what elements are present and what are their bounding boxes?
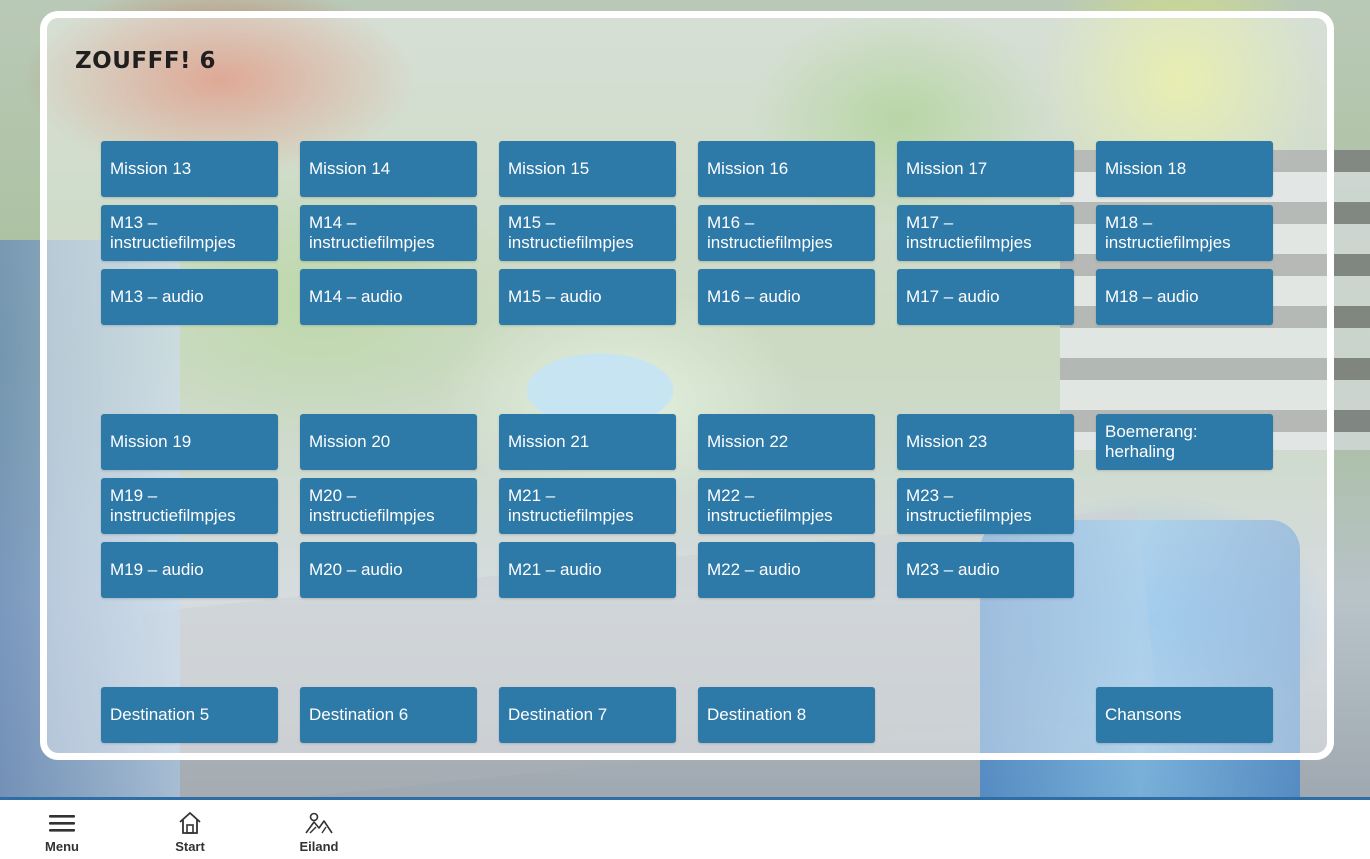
tile-mission-19[interactable]: Mission 19: [101, 414, 278, 470]
nav-eiland-label: Eiland: [299, 839, 339, 854]
tile-m20-audio[interactable]: M20 – audio: [300, 542, 477, 598]
tile-m21-instructiefilmpjes[interactable]: M21 – instructiefilmpjes: [499, 478, 676, 534]
nav-menu-button[interactable]: Menu: [27, 810, 97, 856]
nav-start-button[interactable]: Start: [155, 810, 225, 856]
island-icon: [284, 810, 354, 838]
bg-bottom-strip: [0, 797, 1370, 800]
page-title: ZOUFFF! 6: [75, 48, 217, 74]
nav-start-label: Start: [175, 839, 205, 854]
tile-destination-6[interactable]: Destination 6: [300, 687, 477, 743]
tile-m15-instructiefilmpjes[interactable]: M15 – instructiefilmpjes: [499, 205, 676, 261]
tile-mission-17[interactable]: Mission 17: [897, 141, 1074, 197]
tile-m18-audio[interactable]: M18 – audio: [1096, 269, 1273, 325]
tile-m14-instructiefilmpjes[interactable]: M14 – instructiefilmpjes: [300, 205, 477, 261]
tile-mission-20[interactable]: Mission 20: [300, 414, 477, 470]
tile-boemerang-herhaling[interactable]: Boemerang: herhaling: [1096, 414, 1273, 470]
tile-mission-21[interactable]: Mission 21: [499, 414, 676, 470]
nav-eiland-button[interactable]: Eiland: [284, 810, 354, 856]
tile-mission-22[interactable]: Mission 22: [698, 414, 875, 470]
tile-m21-audio[interactable]: M21 – audio: [499, 542, 676, 598]
tile-m13-instructiefilmpjes[interactable]: M13 – instructiefilmpjes: [101, 205, 278, 261]
hamburger-icon: [27, 810, 97, 838]
tile-m16-instructiefilmpjes[interactable]: M16 – instructiefilmpjes: [698, 205, 875, 261]
tile-destination-7[interactable]: Destination 7: [499, 687, 676, 743]
tile-m13-audio[interactable]: M13 – audio: [101, 269, 278, 325]
tile-chansons[interactable]: Chansons: [1096, 687, 1273, 743]
tile-m15-audio[interactable]: M15 – audio: [499, 269, 676, 325]
tile-mission-16[interactable]: Mission 16: [698, 141, 875, 197]
tile-mission-23[interactable]: Mission 23: [897, 414, 1074, 470]
tile-m23-audio[interactable]: M23 – audio: [897, 542, 1074, 598]
tile-m22-audio[interactable]: M22 – audio: [698, 542, 875, 598]
nav-menu-label: Menu: [45, 839, 79, 854]
tile-mission-13[interactable]: Mission 13: [101, 141, 278, 197]
tile-m16-audio[interactable]: M16 – audio: [698, 269, 875, 325]
tile-mission-14[interactable]: Mission 14: [300, 141, 477, 197]
tile-mission-15[interactable]: Mission 15: [499, 141, 676, 197]
bottom-nav-bar: Menu Start Eiland: [0, 801, 1370, 859]
tile-m23-instructiefilmpjes[interactable]: M23 – instructiefilmpjes: [897, 478, 1074, 534]
home-icon: [155, 810, 225, 838]
tile-m18-instructiefilmpjes[interactable]: M18 – instructiefilmpjes: [1096, 205, 1273, 261]
tile-m22-instructiefilmpjes[interactable]: M22 – instructiefilmpjes: [698, 478, 875, 534]
tile-m17-audio[interactable]: M17 – audio: [897, 269, 1074, 325]
tile-m14-audio[interactable]: M14 – audio: [300, 269, 477, 325]
tile-mission-18[interactable]: Mission 18: [1096, 141, 1273, 197]
tile-m17-instructiefilmpjes[interactable]: M17 – instructiefilmpjes: [897, 205, 1074, 261]
tile-m19-instructiefilmpjes[interactable]: M19 – instructiefilmpjes: [101, 478, 278, 534]
tile-m20-instructiefilmpjes[interactable]: M20 – instructiefilmpjes: [300, 478, 477, 534]
tile-destination-5[interactable]: Destination 5: [101, 687, 278, 743]
tile-grid: Mission 13 Mission 14 Mission 15 Mission…: [101, 141, 1273, 743]
tile-destination-8[interactable]: Destination 8: [698, 687, 875, 743]
tile-m19-audio[interactable]: M19 – audio: [101, 542, 278, 598]
